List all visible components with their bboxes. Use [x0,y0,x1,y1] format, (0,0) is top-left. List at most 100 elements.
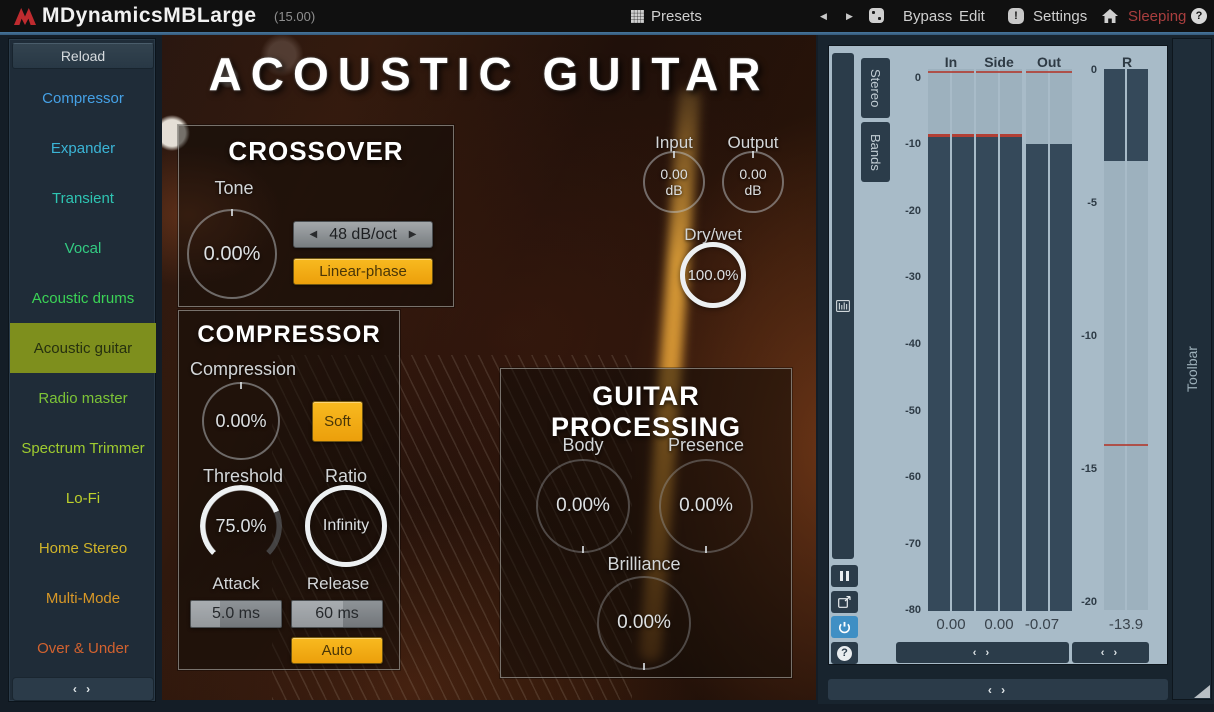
compression-value: 0.00% [204,384,278,458]
plugin-title: MDynamicsMBLarge [42,0,257,32]
power-button[interactable] [831,616,858,638]
next-preset-icon[interactable]: ▶ [846,0,853,32]
meter-track-side-r [1000,69,1022,611]
body-knob[interactable]: 0.00% [536,459,630,553]
settings-button[interactable]: Settings [1033,0,1087,32]
meter-panel: Stereo Bands ? In Side Out R 0 -10 -20 -… [828,45,1168,665]
popout-button[interactable] [831,591,858,613]
compressor-panel: COMPRESSOR Compression 0.00% Soft Thresh… [178,310,400,670]
preset-list: Compressor Expander Transient Vocal Acou… [10,73,156,673]
meter-bar [1127,69,1148,161]
sidebar-item-acoustic-drums[interactable]: Acoustic drums [10,273,156,323]
reload-button[interactable]: Reload [12,43,154,69]
meter-scrollbar-r[interactable]: ‹ › [1072,642,1149,663]
alert-icon[interactable]: ! [1008,8,1024,24]
pause-icon [840,571,849,581]
sidebar-item-home-stereo[interactable]: Home Stereo [10,523,156,573]
input-knob[interactable]: 0.00dB [643,151,705,213]
attack-value: 5.0 ms [212,605,260,623]
scale-tick: 0 [885,72,921,84]
crossover-title: CROSSOVER [179,136,453,167]
meter-track-in-r [952,69,974,611]
presets-button[interactable]: Presets [651,0,702,32]
release-field[interactable]: 60 ms [291,600,383,628]
threshold-knob[interactable]: 75.0% [200,485,282,567]
tone-knob[interactable]: 0.00% [187,209,277,299]
home-icon[interactable] [1102,9,1118,23]
scale-tick: -20 [885,205,921,217]
auto-button[interactable]: Auto [291,637,383,664]
sleeping-status[interactable]: Sleeping [1128,0,1186,32]
sidebar-item-spectrum-trimmer[interactable]: Spectrum Trimmer [10,423,156,473]
power-icon [838,621,851,634]
body-value: 0.00% [538,461,628,551]
brilliance-value: 0.00% [599,578,689,668]
analyzer-collapse-bar[interactable] [832,53,854,559]
popout-icon [838,596,851,608]
window-resize-grip[interactable] [1194,685,1210,698]
help-icon[interactable]: ? [1191,8,1207,24]
drywet-value: 100.0% [685,247,741,303]
edit-button[interactable]: Edit [959,0,985,32]
ratio-label: Ratio [289,466,403,487]
meter-group-side: Side [976,54,1022,70]
input-value: 0.00dB [645,153,703,211]
melda-logo-icon [13,6,37,26]
sidebar-item-vocal[interactable]: Vocal [10,223,156,273]
meter-value-out: -0.07 [1012,616,1072,633]
peak-hold-r [1104,444,1148,446]
sidebar-item-lo-fi[interactable]: Lo-Fi [10,473,156,523]
soft-button[interactable]: Soft [312,401,363,442]
meter-scrollbar-main[interactable]: ‹ › [896,642,1069,663]
meter-bar [976,137,998,611]
body-label: Body [533,435,633,456]
meter-bar [952,137,974,611]
scale-tick: -10 [885,138,921,150]
presence-knob[interactable]: 0.00% [659,459,753,553]
compression-knob[interactable]: 0.00% [202,382,280,460]
sidebar-item-radio-master[interactable]: Radio master [10,373,156,423]
guitar-processing-title: GUITAR PROCESSING [501,381,791,443]
slope-next-icon[interactable]: ▶ [409,229,417,240]
output-knob[interactable]: 0.00dB [722,151,784,213]
prev-preset-icon[interactable]: ◀ [820,0,827,32]
presence-value: 0.00% [661,461,751,551]
main-editor-area: ACOUSTIC GUITAR CROSSOVER Tone 0.00% ◀ 4… [162,35,816,700]
tone-label: Tone [189,178,279,199]
presets-grid-icon[interactable] [631,10,644,23]
meter-group-r: R [1104,54,1150,70]
sidebar-item-acoustic-guitar[interactable]: Acoustic guitar [10,323,156,373]
sidebar-resize-handle[interactable]: ‹ › [12,677,154,701]
pause-button[interactable] [831,565,858,587]
ratio-knob[interactable]: Infinity [305,485,387,567]
toolbar-strip[interactable]: Toolbar [1172,38,1212,700]
presence-label: Presence [656,435,756,456]
panel-scrollbar[interactable]: ‹ › [828,679,1168,700]
sidebar-item-compressor[interactable]: Compressor [10,73,156,123]
guitar-processing-panel: GUITAR PROCESSING Body Presence 0.00% 0.… [500,368,792,678]
linear-phase-button[interactable]: Linear-phase [293,258,433,285]
meter-section: Stereo Bands ? In Side Out R 0 -10 -20 -… [818,35,1214,704]
meter-track-r-r [1127,69,1148,610]
bypass-button[interactable]: Bypass [903,0,952,32]
randomize-dice-icon[interactable] [869,8,884,23]
slope-selector[interactable]: ◀ 48 dB/oct ▶ [293,221,433,248]
tab-bands[interactable]: Bands [861,122,890,182]
sidebar-item-transient[interactable]: Transient [10,173,156,223]
title-bar: MDynamicsMBLarge (15.00) Presets ◀ ▶ Byp… [0,0,1214,32]
sidebar-item-expander[interactable]: Expander [10,123,156,173]
brilliance-knob[interactable]: 0.00% [597,576,691,670]
slope-prev-icon[interactable]: ◀ [309,229,317,240]
drywet-knob[interactable]: 100.0% [680,242,746,308]
meter-help-button[interactable]: ? [831,642,858,664]
tone-value: 0.00% [189,211,275,297]
meter-track-in-l [928,69,950,611]
meter-bar [1104,69,1125,161]
crossover-panel: CROSSOVER Tone 0.00% ◀ 48 dB/oct ▶ Linea… [178,125,454,307]
sidebar-item-over-and-under[interactable]: Over & Under [10,623,156,673]
attack-label: Attack [186,574,286,594]
tab-stereo[interactable]: Stereo [861,58,890,118]
peak-hold-side [976,71,1022,73]
sidebar-item-multi-mode[interactable]: Multi-Mode [10,573,156,623]
attack-field[interactable]: 5.0 ms [190,600,282,628]
